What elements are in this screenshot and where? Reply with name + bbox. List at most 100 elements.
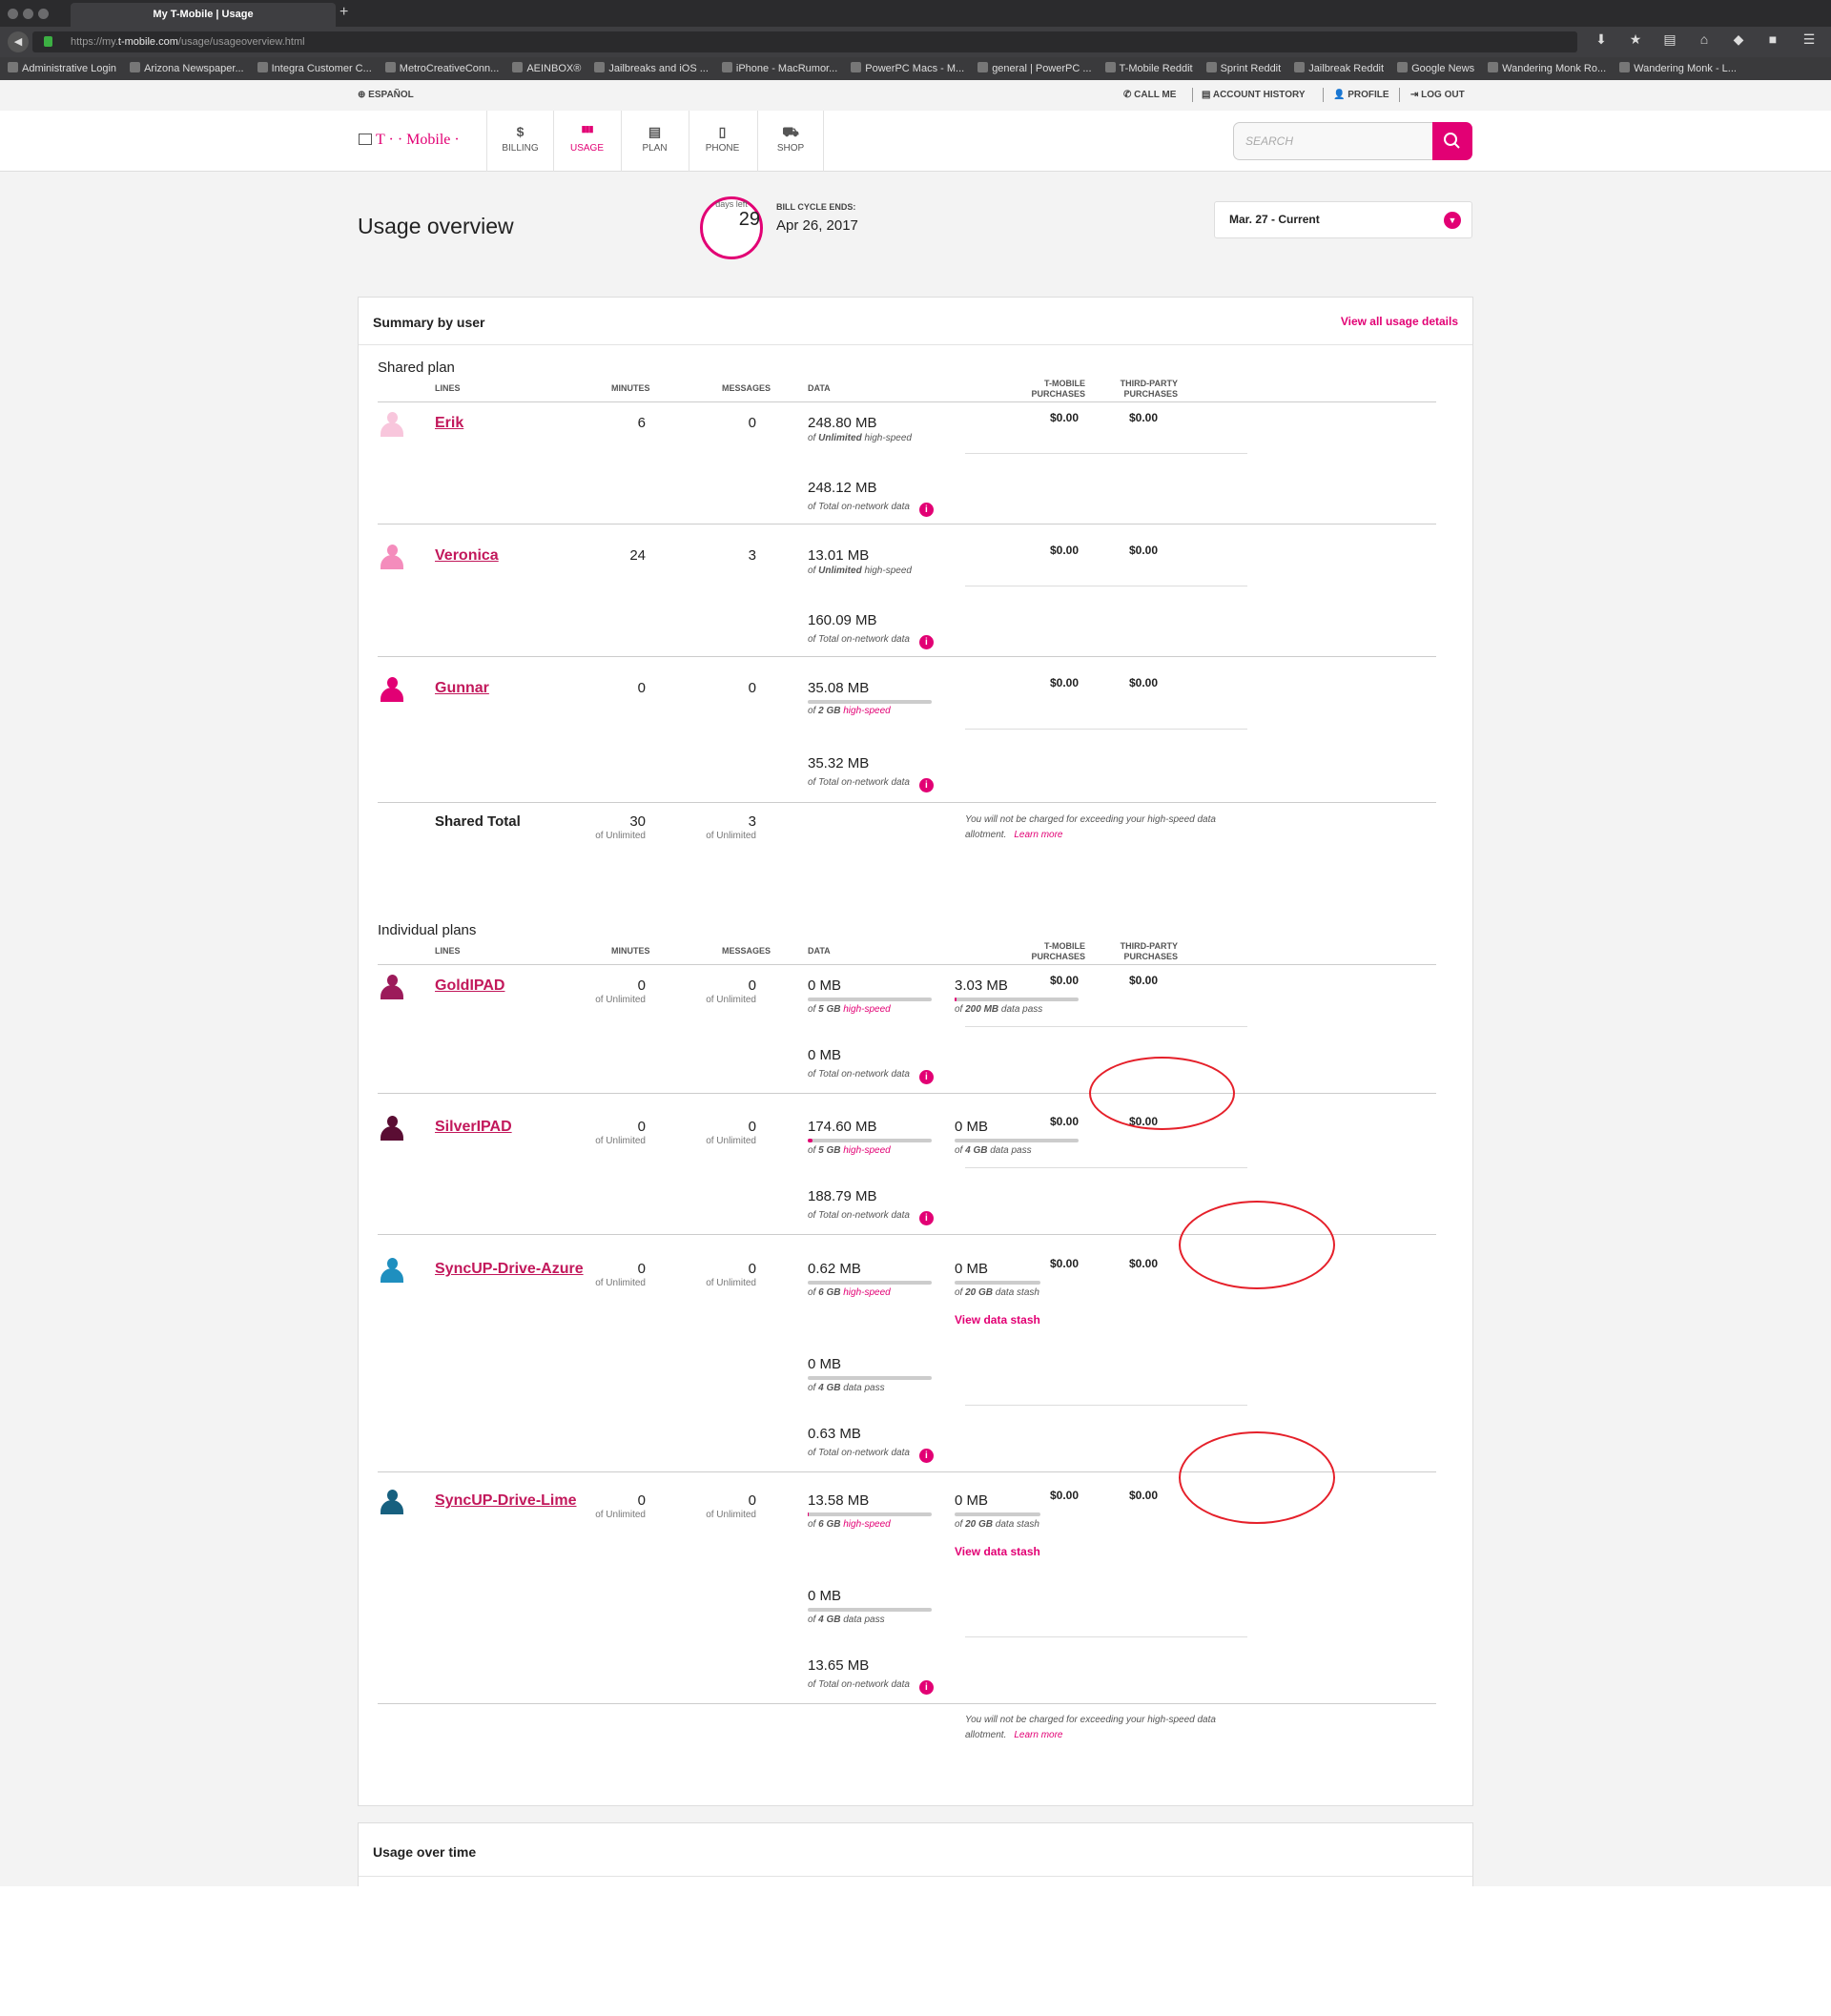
nav-billing[interactable]: $ BILLING bbox=[486, 111, 553, 172]
allowance-amount: 4 GB bbox=[965, 1145, 988, 1156]
summary-header: Summary by user View all usage details bbox=[359, 298, 1472, 345]
minimize-window-button[interactable] bbox=[23, 9, 33, 19]
line-name-link[interactable]: SyncUP-Drive-Azure bbox=[435, 1261, 584, 1278]
bookmark-item[interactable]: Administrative Login bbox=[0, 57, 116, 80]
search-button[interactable] bbox=[1432, 122, 1472, 160]
data-total-value: 248.12 MB bbox=[808, 480, 877, 496]
view-data-stash-link[interactable]: View data stash bbox=[955, 1313, 1040, 1327]
third-party-purchases-value: $0.00 bbox=[1128, 1257, 1158, 1270]
bookmark-favicon-icon bbox=[8, 62, 18, 72]
overage-note-text: You will not be charged for exceeding yo… bbox=[965, 814, 1216, 840]
bookmark-item[interactable]: Integra Customer C... bbox=[250, 57, 372, 80]
line-name-link[interactable]: SyncUP-Drive-Lime bbox=[435, 1492, 577, 1510]
home-icon[interactable]: ⌂ bbox=[1694, 31, 1715, 47]
bookmark-label: AEINBOX® bbox=[526, 63, 582, 74]
avatar-body bbox=[381, 1126, 403, 1140]
extension-icon[interactable]: ◆ bbox=[1728, 31, 1749, 48]
bookmark-item[interactable]: Jailbreak Reddit bbox=[1286, 57, 1384, 80]
data-allowance-label: of 6 GB high-speed bbox=[808, 1287, 891, 1298]
messages-limit: of Unlimited bbox=[706, 1278, 756, 1288]
user-avatar-icon bbox=[381, 1116, 403, 1141]
bookmark-item[interactable]: Arizona Newspaper... bbox=[122, 57, 244, 80]
high-speed-label: high-speed bbox=[840, 706, 891, 716]
divider bbox=[965, 1405, 1247, 1406]
extension-icon-2[interactable]: ■ bbox=[1762, 31, 1783, 47]
line-name-link[interactable]: Veronica bbox=[435, 547, 499, 565]
star-icon[interactable]: ★ bbox=[1625, 31, 1646, 48]
bookmark-favicon-icon bbox=[384, 62, 396, 72]
bookmark-favicon-icon bbox=[1397, 62, 1409, 72]
line-name-link[interactable]: Erik bbox=[435, 415, 463, 432]
avatar-base bbox=[381, 1512, 403, 1514]
reading-list-icon[interactable]: ▤ bbox=[1659, 31, 1680, 48]
language-link[interactable]: ⊕ ESPAÑOL bbox=[358, 90, 414, 100]
download-icon[interactable]: ⬇ bbox=[1591, 31, 1612, 48]
usage-progress-bar bbox=[808, 700, 932, 704]
bookmark-item[interactable]: AEINBOX® bbox=[504, 57, 581, 80]
view-all-usage-link[interactable]: View all usage details bbox=[1341, 315, 1458, 328]
messages-value: 0 bbox=[748, 415, 756, 431]
utility-bar: ⊕ ESPAÑOL ✆ CALL ME ▤ ACCOUNT HISTORY 👤 … bbox=[0, 80, 1831, 111]
profile-link[interactable]: 👤 PROFILE bbox=[1333, 90, 1389, 100]
learn-more-link[interactable]: Learn more bbox=[1014, 830, 1062, 840]
usage-progress-bar bbox=[808, 998, 932, 1001]
tmobile-logo[interactable]: T · · Mobile · bbox=[359, 132, 460, 149]
info-icon[interactable]: i bbox=[918, 1449, 934, 1463]
view-data-stash-link[interactable]: View data stash bbox=[955, 1545, 1040, 1558]
new-tab-button[interactable]: + bbox=[339, 4, 348, 21]
period-select[interactable]: Mar. 27 - Current ▼ bbox=[1214, 201, 1472, 238]
avatar-base bbox=[381, 1139, 403, 1141]
usage-progress-fill bbox=[955, 998, 957, 1001]
bookmark-label: Google News bbox=[1411, 63, 1475, 74]
call-me-link[interactable]: ✆ CALL ME bbox=[1123, 90, 1176, 100]
of-label: of bbox=[955, 1004, 966, 1015]
browser-tab[interactable]: My T-Mobile | Usage bbox=[71, 3, 336, 27]
usage-progress-bar bbox=[808, 1281, 932, 1285]
nav-label: SHOP bbox=[776, 143, 805, 154]
allowance-amount: 200 MB bbox=[965, 1004, 999, 1015]
info-icon[interactable]: i bbox=[918, 778, 934, 792]
nav-usage[interactable]: ▮▮▮ USAGE bbox=[553, 111, 620, 172]
url-prefix: https://my. bbox=[71, 36, 118, 48]
of-label: of bbox=[808, 1519, 819, 1530]
learn-more-link[interactable]: Learn more bbox=[1014, 1730, 1062, 1740]
bookmark-favicon-icon bbox=[594, 62, 606, 72]
bookmark-item[interactable]: PowerPC Macs - M... bbox=[843, 57, 964, 80]
menu-icon[interactable]: ☰ bbox=[1799, 31, 1820, 48]
info-icon[interactable]: i bbox=[918, 1680, 934, 1695]
allowance-type: data pass bbox=[998, 1004, 1043, 1015]
nav-shop[interactable]: ⛟ SHOP bbox=[757, 111, 824, 172]
info-icon[interactable]: i bbox=[918, 1211, 934, 1225]
bookmark-item[interactable]: T-Mobile Reddit bbox=[1098, 57, 1193, 80]
divider bbox=[1323, 88, 1324, 102]
line-name-link[interactable]: SilverIPAD bbox=[435, 1119, 512, 1136]
search-input[interactable]: SEARCH bbox=[1233, 122, 1433, 160]
nav-plan[interactable]: ▤ PLAN bbox=[621, 111, 688, 172]
info-icon[interactable]: i bbox=[918, 1070, 934, 1084]
address-bar[interactable]: https://my.t-mobile.com/usage/usageoverv… bbox=[32, 31, 1577, 52]
bookmark-item[interactable]: MetroCreativeConn... bbox=[378, 57, 499, 80]
back-button[interactable]: ◀ bbox=[8, 31, 29, 52]
bookmark-item[interactable]: general | PowerPC ... bbox=[970, 57, 1092, 80]
data-total-value: 188.79 MB bbox=[808, 1188, 877, 1204]
info-icon[interactable]: i bbox=[918, 503, 934, 517]
line-name-link[interactable]: Gunnar bbox=[435, 680, 489, 697]
bookmark-item[interactable]: Sprint Reddit bbox=[1199, 57, 1281, 80]
line-name-link[interactable]: GoldIPAD bbox=[435, 977, 504, 995]
bookmark-item[interactable]: Jailbreaks and iOS ... bbox=[586, 57, 709, 80]
log-out-link[interactable]: ⇥ LOG OUT bbox=[1410, 90, 1465, 100]
zoom-window-button[interactable] bbox=[38, 9, 49, 19]
bookmark-item[interactable]: Wandering Monk Ro... bbox=[1480, 57, 1606, 80]
info-icon[interactable]: i bbox=[918, 635, 934, 649]
nav-phone[interactable]: ▯ PHONE bbox=[689, 111, 755, 172]
bookmark-item[interactable]: Wandering Monk - L... bbox=[1612, 57, 1737, 80]
allowance-amount: 5 GB bbox=[818, 1145, 841, 1156]
usage-progress-bar bbox=[955, 1139, 1079, 1142]
on-network-label: of Total on-network data bbox=[808, 502, 910, 512]
tmobile-purchases-value: $0.00 bbox=[1049, 1489, 1079, 1502]
bookmark-item[interactable]: Google News bbox=[1389, 57, 1474, 80]
tmobile-purchases-value: $0.00 bbox=[1049, 411, 1079, 424]
close-window-button[interactable] bbox=[8, 9, 18, 19]
bookmark-item[interactable]: iPhone - MacRumor... bbox=[714, 57, 837, 80]
account-history-link[interactable]: ▤ ACCOUNT HISTORY bbox=[1202, 90, 1306, 100]
